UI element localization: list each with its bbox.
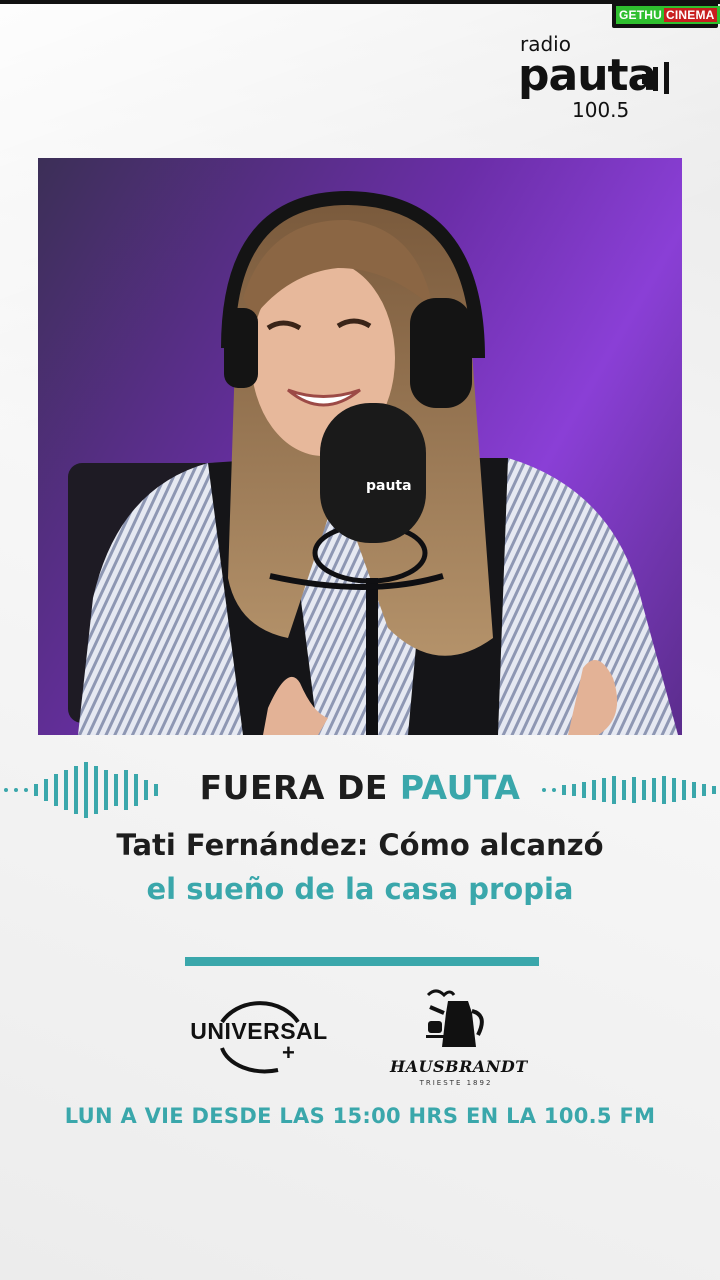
logo-frequency-text: 100.5	[572, 98, 630, 122]
watermark-text: GETHU CINEMA	[616, 6, 720, 24]
universal-plus-sign: +	[282, 1040, 295, 1065]
guest-illustration: pauta	[68, 190, 678, 735]
audio-wave-right-icon	[542, 776, 716, 804]
coffee-pot-icon	[426, 989, 484, 1047]
subtitle-line-2: el sueño de la casa propia	[146, 872, 574, 906]
watermark: GETHU CINEMA	[612, 2, 720, 28]
universal-plus-logo: UNIVERSAL +	[186, 992, 332, 1076]
hausbrandt-tagline: TRIESTE 1892	[419, 1079, 493, 1087]
hausbrandt-name: HAUSBRANDT	[390, 1057, 528, 1076]
schedule-text: LUN A VIE DESDE LAS 15:00 HRS EN LA 100.…	[64, 1104, 656, 1128]
signal-bars-icon	[642, 62, 669, 94]
headline-row: FUERA DE PAUTA	[0, 760, 720, 820]
logo-brand-text: pauta	[518, 50, 657, 101]
radio-pauta-logo: radio pauta 100.5	[518, 30, 678, 122]
hausbrandt-logo: HAUSBRANDT TRIESTE 1892	[390, 985, 528, 1091]
subtitle-line-1: Tati Fernández: Cómo alcanzó	[116, 828, 604, 862]
universal-name: UNIVERSAL	[190, 1018, 328, 1044]
studio-photo: pauta	[38, 158, 682, 735]
mic-brand-label: pauta	[366, 478, 412, 494]
divider-bar	[185, 957, 539, 966]
